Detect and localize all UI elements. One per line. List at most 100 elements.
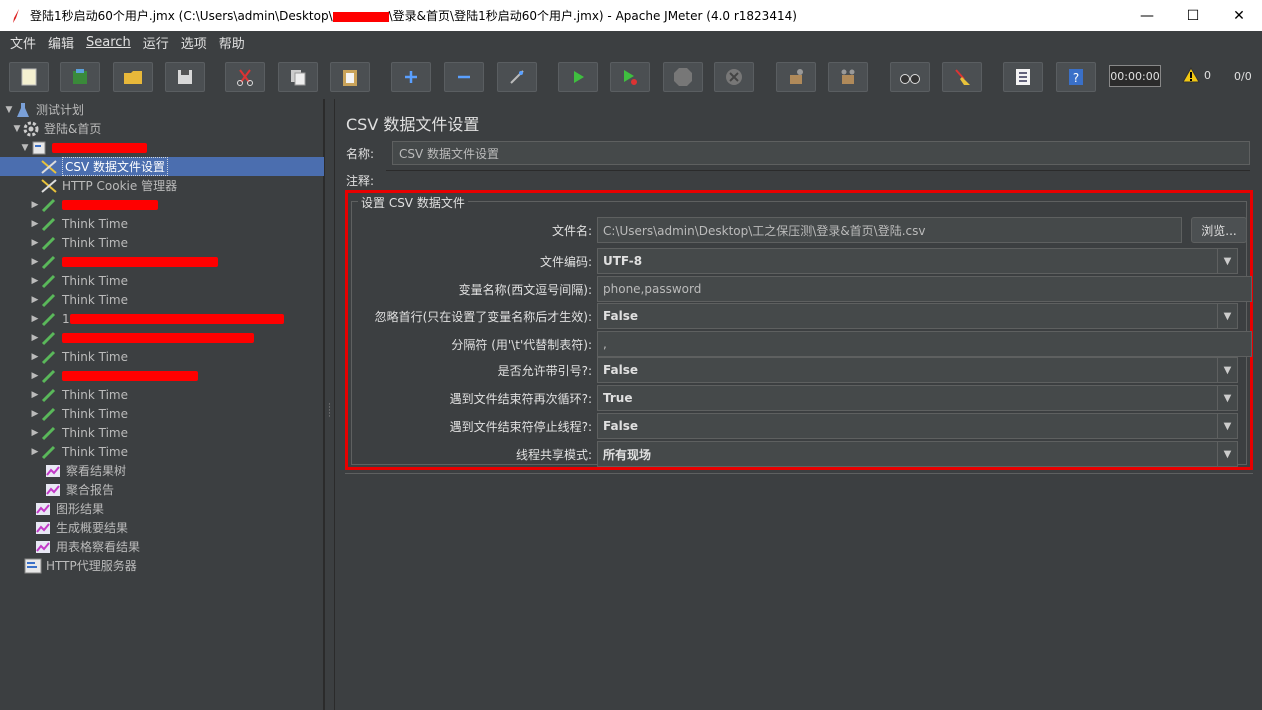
menu-options[interactable]: 选项 xyxy=(175,33,213,52)
collapse-arrow-icon[interactable]: ▶ xyxy=(30,390,40,400)
browse-button[interactable]: 浏览... xyxy=(1191,217,1247,243)
collapse-arrow-icon[interactable]: ▶ xyxy=(30,295,40,305)
tree-item-summary-report[interactable]: 生成概要结果 xyxy=(0,518,324,537)
tree-item-think-time[interactable]: ▶ Think Time xyxy=(0,385,324,404)
error-log-indicator[interactable]: 0 xyxy=(1182,67,1211,83)
toggle-button[interactable] xyxy=(497,62,537,92)
tree-item-think-time[interactable]: ▶ Think Time xyxy=(0,214,324,233)
clear-button[interactable] xyxy=(776,62,816,92)
collapse-arrow-icon[interactable]: ▶ xyxy=(30,428,40,438)
copy-button[interactable] xyxy=(278,62,318,92)
stop-thread-on-eof-select[interactable]: False ▼ xyxy=(597,413,1238,439)
tree-item-test-plan[interactable]: ▼ 测试计划 xyxy=(0,100,324,119)
tree-item-think-time[interactable]: ▶ Think Time xyxy=(0,404,324,423)
recycle-on-eof-select[interactable]: True ▼ xyxy=(597,385,1238,411)
new-button[interactable] xyxy=(9,62,49,92)
collapse-arrow-icon[interactable]: ▶ xyxy=(30,238,40,248)
tree-item-think-time[interactable]: ▶ Think Time xyxy=(0,290,324,309)
collapse-arrow-icon[interactable]: ▶ xyxy=(30,352,40,362)
close-button[interactable]: ✕ xyxy=(1216,0,1262,31)
templates-button[interactable] xyxy=(60,62,100,92)
tree-item-graph-results[interactable]: 图形结果 xyxy=(0,499,324,518)
tree-item-sampler[interactable]: ▶ xyxy=(0,366,324,385)
menu-file[interactable]: 文件 xyxy=(4,33,42,52)
tree-item-csv-data-set[interactable]: CSV 数据文件设置 xyxy=(0,157,324,176)
comment-input[interactable] xyxy=(386,170,1250,190)
tree-item-sampler[interactable]: ▶ xyxy=(0,195,324,214)
chevron-down-icon[interactable]: ▼ xyxy=(1217,358,1237,382)
reset-search-button[interactable] xyxy=(942,62,982,92)
collapse-arrow-icon[interactable]: ▶ xyxy=(30,447,40,457)
tree-item-view-results-tree[interactable]: 察看结果树 xyxy=(0,461,324,480)
allow-quoted-select[interactable]: False ▼ xyxy=(597,357,1238,383)
tree-item-sampler[interactable]: ▶ xyxy=(0,328,324,347)
name-input[interactable]: CSV 数据文件设置 xyxy=(392,141,1250,165)
tree-item-think-time[interactable]: ▶ Think Time xyxy=(0,442,324,461)
tree-item-view-results-table[interactable]: 用表格察看结果 xyxy=(0,537,324,556)
stop-thread-on-eof-label: 遇到文件结束符停止线程?: xyxy=(449,420,592,434)
chevron-down-icon[interactable]: ▼ xyxy=(1217,386,1237,410)
tree-item-thread-group[interactable]: ▼ 登陆&首页 xyxy=(0,119,324,138)
variable-names-input[interactable]: phone,password xyxy=(597,276,1252,302)
expand-arrow-icon[interactable]: ▼ xyxy=(20,143,30,153)
panel-splitter[interactable]: · · · · · xyxy=(324,99,335,710)
sharing-mode-select[interactable]: 所有现场 ▼ xyxy=(597,441,1238,467)
tree-item-think-time[interactable]: ▶ Think Time xyxy=(0,347,324,366)
expand-all-button[interactable] xyxy=(391,62,431,92)
collapse-arrow-icon[interactable]: ▶ xyxy=(30,333,40,343)
pipette-icon xyxy=(40,349,58,365)
encoding-select[interactable]: UTF-8 ▼ xyxy=(597,248,1238,274)
help-button[interactable]: ? xyxy=(1056,62,1096,92)
collapse-arrow-icon[interactable]: ▶ xyxy=(30,371,40,381)
tree-item-aggregate-report[interactable]: 聚合报告 xyxy=(0,480,324,499)
collapse-arrow-icon[interactable]: ▶ xyxy=(30,200,40,210)
collapse-arrow-icon[interactable]: ▶ xyxy=(30,409,40,419)
menu-edit[interactable]: 编辑 xyxy=(42,33,80,52)
tree-item-sampler[interactable]: ▶ 1 xyxy=(0,309,324,328)
menu-run[interactable]: 运行 xyxy=(137,33,175,52)
search-button[interactable] xyxy=(890,62,930,92)
cut-button[interactable] xyxy=(225,62,265,92)
start-no-pauses-button[interactable] xyxy=(610,62,650,92)
chevron-down-icon[interactable]: ▼ xyxy=(1217,414,1237,438)
collapse-arrow-icon[interactable]: ▶ xyxy=(30,219,40,229)
splitter-grip-icon: · · · · · xyxy=(328,400,331,422)
collapse-all-button[interactable] xyxy=(444,62,484,92)
chevron-down-icon[interactable]: ▼ xyxy=(1217,442,1237,466)
redacted-label xyxy=(52,142,147,153)
clear-all-button[interactable] xyxy=(828,62,868,92)
save-button[interactable] xyxy=(165,62,205,92)
collapse-arrow-icon[interactable]: ▶ xyxy=(30,257,40,267)
tree-item-think-time[interactable]: ▶ Think Time xyxy=(0,233,324,252)
chevron-down-icon[interactable]: ▼ xyxy=(1217,249,1237,273)
ignore-first-line-select[interactable]: False ▼ xyxy=(597,303,1238,329)
ignore-first-line-label: 忽略首行(只在设置了变量名称后才生效): xyxy=(374,310,592,324)
tree-item-think-time[interactable]: ▶ Think Time xyxy=(0,271,324,290)
expand-arrow-icon[interactable]: ▼ xyxy=(12,124,22,134)
chevron-down-icon[interactable]: ▼ xyxy=(1217,304,1237,328)
open-button[interactable] xyxy=(113,62,153,92)
menu-search[interactable]: Search xyxy=(80,35,137,50)
menu-help[interactable]: 帮助 xyxy=(213,33,251,52)
tree-item-http-proxy[interactable]: HTTP代理服务器 xyxy=(0,556,324,575)
start-button[interactable] xyxy=(558,62,598,92)
tree-item-controller[interactable]: ▼ xyxy=(0,138,324,157)
filename-input[interactable]: C:\Users\admin\Desktop\工之保压测\登录&首页\登陆.cs… xyxy=(597,217,1182,243)
collapse-arrow-icon[interactable]: ▶ xyxy=(30,276,40,286)
active-threads-count: 0/0 xyxy=(1234,70,1252,83)
minimize-button[interactable]: — xyxy=(1124,0,1170,31)
shutdown-button[interactable] xyxy=(714,62,754,92)
stop-button[interactable] xyxy=(663,62,703,92)
tree-item-sampler[interactable]: ▶ xyxy=(0,252,324,271)
tree-item-cookie-manager[interactable]: HTTP Cookie 管理器 xyxy=(0,176,324,195)
expand-arrow-icon[interactable]: ▼ xyxy=(4,105,14,115)
paste-button[interactable] xyxy=(330,62,370,92)
broom-gears-icon xyxy=(841,69,855,84)
tree-item-think-time[interactable]: ▶ Think Time xyxy=(0,423,324,442)
maximize-button[interactable]: ☐ xyxy=(1170,0,1216,31)
delimiter-input[interactable]: , xyxy=(597,331,1252,357)
collapse-arrow-icon[interactable]: ▶ xyxy=(30,314,40,324)
name-label: 名称: xyxy=(346,146,375,161)
function-helper-button[interactable] xyxy=(1003,62,1043,92)
pipette-icon xyxy=(40,254,58,270)
